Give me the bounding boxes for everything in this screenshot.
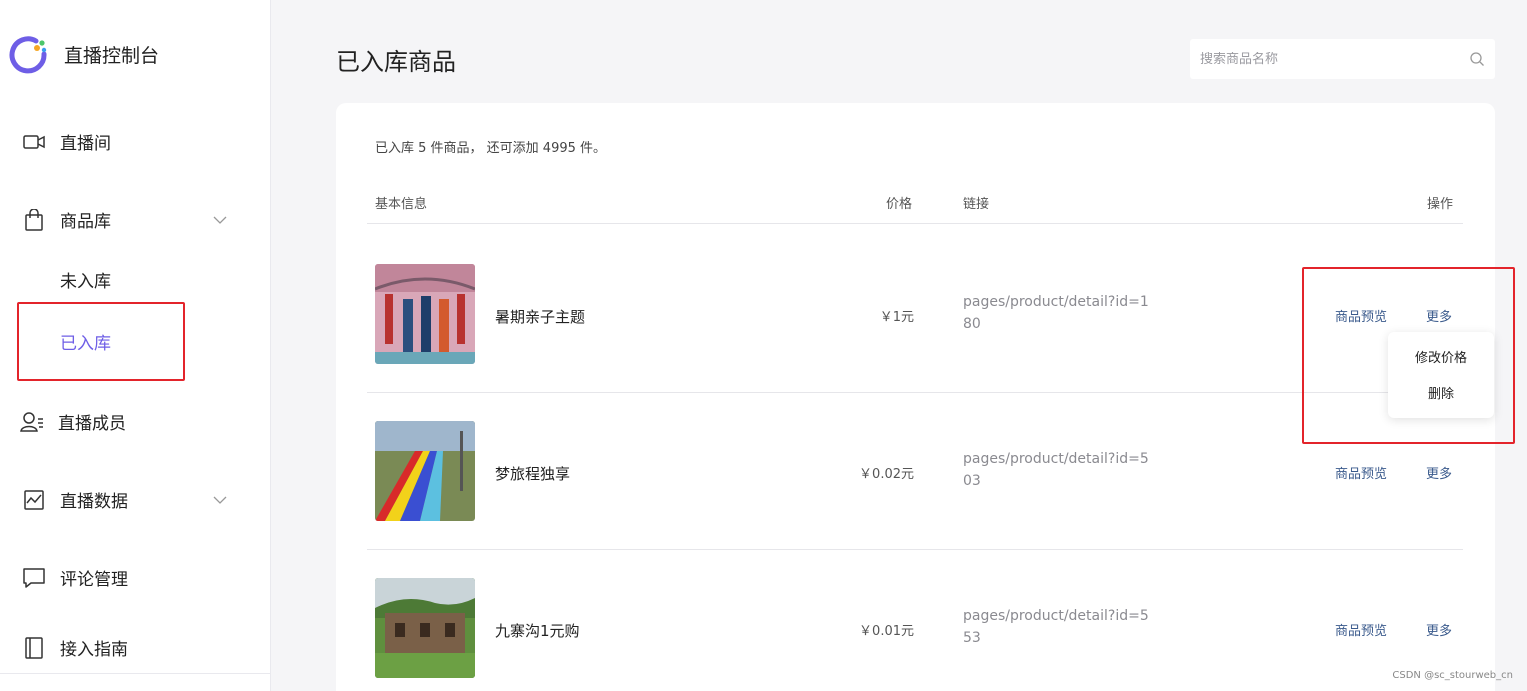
more-button[interactable]: 更多	[1426, 463, 1452, 482]
brand: 直播控制台	[8, 34, 159, 74]
book-icon	[22, 636, 46, 660]
column-header-link: 链接	[963, 197, 990, 212]
divider	[367, 223, 1463, 224]
table-row: 九寨沟1元购 ￥0.01元 pages/product/detail?id=55…	[367, 550, 1463, 691]
product-name: 暑期亲子主题	[495, 308, 586, 326]
sidebar-item-guide[interactable]: 接入指南	[22, 635, 128, 660]
sidebar-item-live-room[interactable]: 直播间	[22, 129, 111, 154]
sidebar-subitem-not-stocked[interactable]: 未入库	[60, 267, 111, 292]
sidebar-item-label: 评论管理	[60, 570, 128, 590]
chevron-down-icon	[213, 216, 227, 224]
product-price: ￥1元	[879, 310, 914, 325]
product-link: pages/product/detail?id=180	[963, 294, 1149, 332]
watermark: CSDN @sc_stourweb_cn	[1392, 670, 1513, 681]
shopping-bag-icon	[22, 208, 46, 232]
product-price: ￥0.01元	[859, 624, 914, 639]
summary-text: 已入库 5 件商品， 还可添加 4995 件。	[375, 141, 607, 156]
product-link: pages/product/detail?id=553	[963, 608, 1149, 646]
sidebar-item-label: 直播间	[60, 134, 111, 154]
sidebar-item-label: 直播数据	[60, 492, 128, 512]
product-thumbnail	[375, 578, 475, 678]
sidebar-item-product-library[interactable]: 商品库	[22, 207, 242, 232]
product-link: pages/product/detail?id=503	[963, 451, 1149, 489]
video-camera-icon	[22, 130, 46, 154]
product-name: 九寨沟1元购	[495, 622, 580, 640]
table-row: 暑期亲子主题 ￥1元 pages/product/detail?id=180 商…	[367, 236, 1463, 393]
comment-icon	[22, 566, 46, 590]
sidebar-item-label: 接入指南	[60, 640, 128, 660]
product-thumbnail	[375, 421, 475, 521]
more-button[interactable]: 更多	[1426, 620, 1452, 639]
logo-icon	[9, 36, 47, 74]
sidebar-item-members[interactable]: 直播成员	[20, 409, 126, 434]
chevron-down-icon	[213, 496, 227, 504]
column-header-info: 基本信息	[375, 197, 428, 212]
brand-name: 直播控制台	[64, 44, 160, 67]
annotation-box	[17, 302, 185, 381]
divider	[0, 673, 271, 674]
search-box	[1190, 39, 1495, 79]
column-header-action: 操作	[1427, 197, 1454, 212]
sidebar-item-label: 商品库	[60, 212, 111, 232]
table-row: 梦旅程独享 ￥0.02元 pages/product/detail?id=503…	[367, 393, 1463, 550]
member-icon	[20, 410, 44, 434]
search-icon[interactable]	[1469, 51, 1485, 67]
preview-button[interactable]: 商品预览	[1335, 463, 1387, 482]
product-name: 梦旅程独享	[495, 465, 571, 483]
column-header-price: 价格	[886, 197, 913, 212]
sidebar-item-comments[interactable]: 评论管理	[22, 565, 128, 590]
page-title: 已入库商品	[336, 48, 456, 76]
annotation-box	[1302, 267, 1515, 444]
sidebar-item-live-data[interactable]: 直播数据	[22, 487, 242, 512]
product-thumbnail	[375, 264, 475, 364]
preview-button[interactable]: 商品预览	[1335, 620, 1387, 639]
product-price: ￥0.02元	[859, 467, 914, 482]
sidebar-item-label: 直播成员	[58, 414, 126, 434]
search-input[interactable]	[1200, 51, 1469, 67]
data-chart-icon	[22, 488, 46, 512]
